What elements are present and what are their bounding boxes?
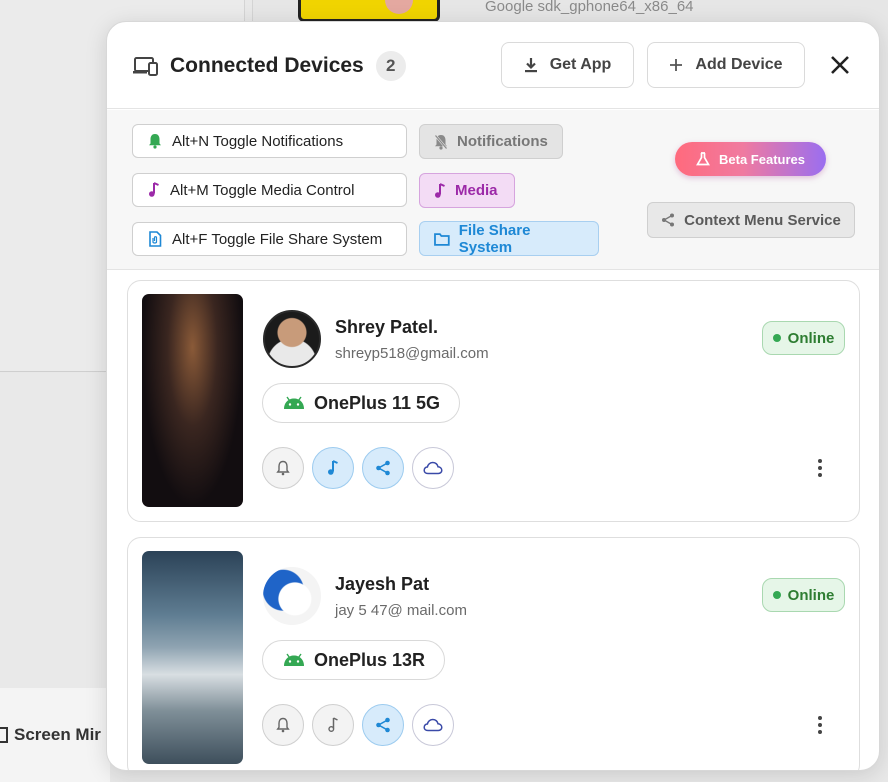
shortcut-notifications[interactable]: Alt+N Toggle Notifications bbox=[132, 124, 407, 158]
music-note-icon bbox=[435, 182, 445, 198]
shortcut-file-share-label: Alt+F Toggle File Share System bbox=[172, 230, 383, 248]
device-owner-name: Jayesh Pat bbox=[335, 574, 430, 594]
device-owner-email: jay 5 47@ mail.com bbox=[335, 602, 467, 619]
cloud-icon bbox=[423, 718, 443, 732]
status-badge: Online bbox=[762, 578, 845, 612]
notifications-action-button[interactable] bbox=[262, 704, 304, 746]
context-menu-service-button[interactable]: Context Menu Service bbox=[647, 202, 855, 238]
more-options-button[interactable] bbox=[810, 709, 830, 741]
media-toggle-label: Media bbox=[455, 182, 498, 199]
add-device-label: Add Device bbox=[695, 56, 783, 73]
download-icon bbox=[524, 58, 537, 73]
flask-icon bbox=[696, 152, 710, 166]
device-card: Jayesh Pat jay 5 47@ mail.com OnePlus 13… bbox=[127, 537, 860, 770]
dialog-title: Connected Devices bbox=[170, 54, 364, 77]
online-dot-icon bbox=[772, 591, 781, 599]
file-share-toggle[interactable]: File Share System bbox=[419, 221, 599, 256]
screen-mirror-icon bbox=[0, 727, 8, 743]
kebab-icon bbox=[818, 716, 822, 720]
connected-devices-dialog: Connected Devices 2 Get App Add Device A… bbox=[106, 21, 880, 771]
cloud-action-button[interactable] bbox=[412, 704, 454, 746]
close-icon bbox=[831, 56, 849, 74]
music-note-icon bbox=[149, 182, 159, 197]
get-app-label: Get App bbox=[549, 56, 612, 73]
device-model-pill: OnePlus 11 5G bbox=[262, 383, 461, 423]
beta-features-label: Beta Features bbox=[719, 151, 805, 167]
shortcut-media-label: Alt+M Toggle Media Control bbox=[170, 181, 355, 199]
notifications-toggle[interactable]: Notifications bbox=[419, 124, 563, 159]
plus-icon bbox=[670, 59, 683, 71]
device-actions bbox=[262, 447, 454, 489]
device-wallpaper-image bbox=[142, 551, 243, 764]
folder-icon bbox=[434, 232, 450, 246]
beta-features-button[interactable]: Beta Features bbox=[675, 142, 826, 176]
kebab-icon bbox=[818, 459, 822, 463]
notifications-action-button[interactable] bbox=[262, 447, 304, 489]
avatar bbox=[263, 567, 321, 625]
share-icon bbox=[662, 213, 675, 227]
background-panel bbox=[0, 373, 110, 688]
bell-icon bbox=[149, 134, 161, 149]
device-owner-name: Shrey Patel. bbox=[335, 317, 439, 337]
notifications-toggle-label: Notifications bbox=[457, 133, 548, 150]
share-icon bbox=[376, 460, 390, 476]
media-toggle[interactable]: Media bbox=[419, 173, 515, 208]
file-icon bbox=[149, 231, 162, 247]
device-list: Shrey Patel. shreyp518@gmail.com OnePlus… bbox=[107, 271, 879, 770]
screen-mirror-button[interactable]: Screen Mir bbox=[0, 725, 101, 745]
media-action-button[interactable] bbox=[312, 704, 354, 746]
device-count-badge: 2 bbox=[375, 51, 406, 81]
device-model-label: OnePlus 11 5G bbox=[314, 392, 441, 413]
status-label: Online bbox=[787, 586, 835, 604]
bell-outline-icon bbox=[276, 717, 290, 733]
shortcut-file-share[interactable]: Alt+F Toggle File Share System bbox=[132, 222, 407, 256]
shortcut-notifications-label: Alt+N Toggle Notifications bbox=[172, 132, 344, 150]
file-share-toggle-label: File Share System bbox=[458, 221, 531, 256]
close-button[interactable] bbox=[825, 50, 855, 80]
music-note-icon bbox=[328, 460, 338, 475]
kebab-icon bbox=[818, 730, 822, 734]
media-action-button[interactable] bbox=[312, 447, 354, 489]
context-menu-service-label: Context Menu Service bbox=[684, 211, 841, 229]
cloud-icon bbox=[423, 461, 443, 475]
android-icon bbox=[284, 653, 304, 666]
device-actions bbox=[262, 704, 454, 746]
share-action-button[interactable] bbox=[362, 704, 404, 746]
device-model-label: OnePlus 13R bbox=[314, 649, 426, 670]
kebab-icon bbox=[818, 466, 822, 470]
kebab-icon bbox=[818, 473, 822, 477]
share-action-button[interactable] bbox=[362, 447, 404, 489]
devices-icon bbox=[133, 57, 158, 76]
background-device-label: Google sdk_gphone64_x86_64 bbox=[485, 0, 694, 15]
device-wallpaper-image bbox=[142, 294, 243, 507]
online-dot-icon bbox=[772, 334, 781, 342]
share-icon bbox=[376, 717, 390, 733]
device-card: Shrey Patel. shreyp518@gmail.com OnePlus… bbox=[127, 280, 860, 522]
device-model-pill: OnePlus 13R bbox=[262, 640, 446, 680]
device-owner-email: shreyp518@gmail.com bbox=[335, 345, 489, 362]
feature-toolbar: Alt+N Toggle Notifications Alt+M Toggle … bbox=[107, 110, 879, 270]
dialog-header: Connected Devices 2 Get App Add Device bbox=[107, 22, 879, 109]
status-label: Online bbox=[787, 329, 835, 347]
add-device-button[interactable]: Add Device bbox=[647, 42, 805, 88]
shortcut-media[interactable]: Alt+M Toggle Media Control bbox=[132, 173, 407, 207]
android-icon bbox=[284, 396, 304, 409]
cloud-action-button[interactable] bbox=[412, 447, 454, 489]
status-badge: Online bbox=[762, 321, 845, 355]
dialog-title-group: Connected Devices 2 bbox=[132, 51, 406, 81]
get-app-button[interactable]: Get App bbox=[501, 42, 634, 88]
music-note-icon bbox=[328, 717, 338, 732]
kebab-icon bbox=[818, 723, 822, 727]
avatar bbox=[263, 310, 321, 368]
bell-outline-icon bbox=[276, 460, 290, 476]
background-phone-preview bbox=[298, 0, 440, 22]
more-options-button[interactable] bbox=[810, 452, 830, 484]
bell-off-icon bbox=[434, 133, 448, 150]
screen-mirror-label: Screen Mir bbox=[14, 725, 101, 744]
